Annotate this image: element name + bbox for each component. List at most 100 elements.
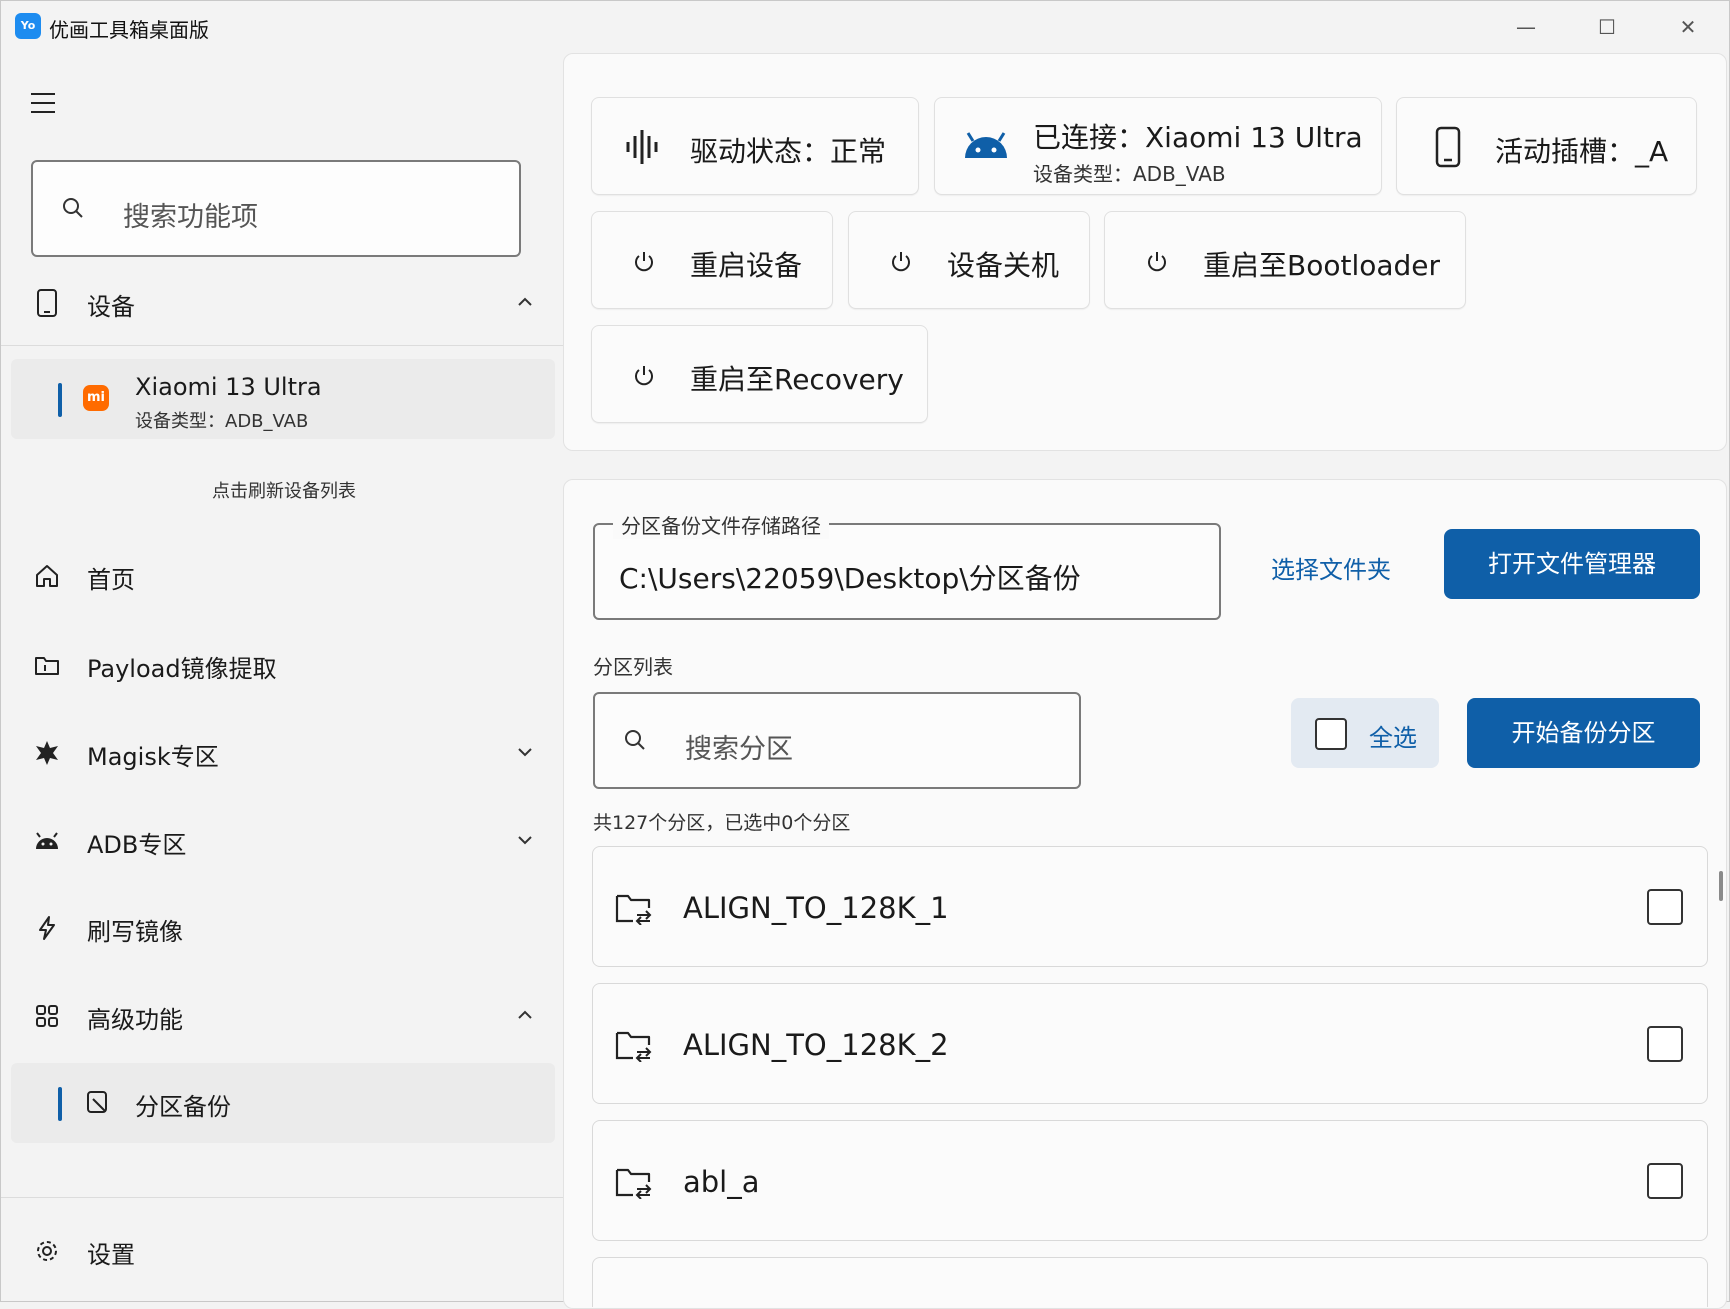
- selection-indicator: [58, 1087, 62, 1121]
- start-backup-button[interactable]: 开始备份分区: [1467, 698, 1700, 768]
- driver-status-text: 驱动状态：正常: [690, 135, 887, 168]
- phone-icon: [1435, 126, 1461, 168]
- grid-icon: [36, 1005, 58, 1027]
- flash-icon: [39, 916, 55, 940]
- active-slot-tile: 活动插槽：_A: [1396, 97, 1697, 195]
- partition-name: ALIGN_TO_128K_1: [683, 891, 949, 925]
- driver-status-tile: 驱动状态：正常: [591, 97, 919, 195]
- menu-toggle-button[interactable]: [31, 93, 57, 117]
- shutdown-button[interactable]: 设备关机: [848, 211, 1090, 309]
- partition-checkbox[interactable]: [1647, 1026, 1683, 1062]
- selection-indicator: [58, 383, 62, 417]
- device-list-item[interactable]: mi Xiaomi 13 Ultra 设备类型：ADB_VAB: [11, 359, 555, 439]
- minimize-button[interactable]: —: [1503, 7, 1549, 47]
- folder-sync-icon: [615, 1168, 652, 1199]
- close-button[interactable]: ✕: [1665, 7, 1711, 47]
- choose-folder-button[interactable]: 选择文件夹: [1271, 550, 1391, 585]
- partition-count-text: 共127个分区，已选中0个分区: [593, 812, 851, 834]
- partition-checkbox[interactable]: [1647, 1163, 1683, 1199]
- backup-icon: [87, 1091, 107, 1113]
- power-icon: [635, 252, 653, 272]
- backup-path-label: 分区备份文件存储路径: [613, 510, 829, 539]
- folder-icon: [35, 657, 59, 675]
- connected-device-type: 设备类型：ADB_VAB: [1033, 162, 1226, 186]
- partition-search-input[interactable]: 搜索分区: [593, 692, 1081, 789]
- sidebar-item-payload[interactable]: Payload镜像提取: [1, 635, 561, 695]
- app-window: Yo 优画工具箱桌面版 — ☐ ✕ 搜索功能项 设备 mi Xiaomi 13 …: [0, 0, 1730, 1309]
- partition-row[interactable]: [592, 1257, 1708, 1307]
- partition-row[interactable]: ALIGN_TO_128K_1: [592, 846, 1708, 967]
- power-icon: [635, 366, 653, 386]
- android-icon: [965, 132, 1007, 158]
- divider: [1, 1197, 563, 1198]
- gear-icon: [37, 1241, 57, 1261]
- divider: [1, 345, 563, 346]
- sidebar-device-label: 设备: [87, 293, 135, 321]
- reboot-bootloader-button[interactable]: 重启至Bootloader: [1104, 211, 1466, 309]
- sidebar-item-label: 刷写镜像: [87, 918, 183, 946]
- chevron-up-icon: [518, 297, 532, 306]
- partition-list-label: 分区列表: [593, 655, 673, 679]
- refresh-device-list-button[interactable]: 点击刷新设备列表: [1, 477, 567, 503]
- waveform-icon: [626, 130, 658, 164]
- sidebar-item-settings[interactable]: 设置: [1, 1221, 561, 1281]
- chevron-down-icon: [518, 748, 532, 757]
- sidebar-search-input[interactable]: 搜索功能项: [31, 160, 521, 257]
- android-icon: [36, 832, 58, 849]
- select-all-label: 全选: [1369, 724, 1417, 752]
- hamburger-icon: [31, 111, 55, 113]
- app-title: 优画工具箱桌面版: [49, 18, 209, 42]
- phone-icon: [37, 289, 57, 317]
- scrollbar-thumb[interactable]: [1719, 871, 1723, 901]
- sidebar-item-label: 高级功能: [87, 1006, 183, 1034]
- sidebar-item-label: 首页: [87, 566, 135, 594]
- sidebar-item-home[interactable]: 首页: [1, 546, 561, 606]
- sidebar-item-label: Magisk专区: [87, 743, 219, 771]
- chevron-up-icon: [518, 1010, 532, 1019]
- hamburger-icon: [31, 102, 55, 104]
- title-bar: Yo 优画工具箱桌面版 — ☐ ✕: [1, 1, 1730, 53]
- reboot-recovery-label: 重启至Recovery: [690, 363, 904, 396]
- checkbox-box: [1315, 718, 1347, 750]
- chevron-down-icon: [518, 836, 532, 845]
- power-icon: [1148, 252, 1166, 272]
- device-name: Xiaomi 13 Ultra: [135, 373, 322, 401]
- folder-sync-icon: [615, 1031, 652, 1062]
- reboot-button[interactable]: 重启设备: [591, 211, 833, 309]
- folder-sync-icon: [615, 894, 652, 925]
- magisk-icon: [36, 741, 58, 765]
- app-logo-icon: Yo: [15, 13, 41, 39]
- search-icon: [63, 198, 83, 218]
- reboot-recovery-button[interactable]: 重启至Recovery: [591, 325, 928, 423]
- sidebar-item-adb[interactable]: ADB专区: [1, 811, 561, 871]
- sidebar-item-flash[interactable]: 刷写镜像: [1, 898, 561, 958]
- open-file-manager-button[interactable]: 打开文件管理器: [1444, 529, 1700, 599]
- partition-search-placeholder: 搜索分区: [685, 734, 793, 765]
- shutdown-label: 设备关机: [947, 249, 1060, 282]
- partition-name: abl_a: [683, 1165, 760, 1199]
- power-icon: [892, 252, 910, 272]
- select-all-checkbox[interactable]: 全选: [1291, 698, 1439, 768]
- backup-path-value: C:\Users\22059\Desktop\分区备份: [619, 562, 1081, 595]
- hamburger-icon: [31, 93, 55, 95]
- reboot-bootloader-label: 重启至Bootloader: [1203, 249, 1441, 282]
- active-slot-text: 活动插槽：_A: [1495, 135, 1669, 168]
- partition-checkbox[interactable]: [1647, 889, 1683, 925]
- maximize-button[interactable]: ☐: [1584, 7, 1630, 47]
- sidebar-item-label: 设置: [87, 1241, 135, 1269]
- xiaomi-logo-icon: mi: [83, 385, 109, 411]
- search-icon: [625, 730, 645, 750]
- partition-name: ALIGN_TO_128K_2: [683, 1028, 949, 1062]
- connection-tile: 已连接：Xiaomi 13 Ultra 设备类型：ADB_VAB: [934, 97, 1382, 195]
- connected-device-text: 已连接：Xiaomi 13 Ultra: [1033, 121, 1363, 154]
- sidebar-item-label: ADB专区: [87, 831, 187, 859]
- sidebar-search-placeholder: 搜索功能项: [123, 202, 258, 233]
- sidebar-item-partition-backup[interactable]: 分区备份: [11, 1063, 555, 1143]
- sidebar-device-section[interactable]: 设备: [1, 273, 561, 333]
- sidebar-item-magisk[interactable]: Magisk专区: [1, 723, 561, 783]
- home-icon: [36, 565, 58, 587]
- reboot-label: 重启设备: [690, 249, 803, 282]
- sidebar-item-advanced[interactable]: 高级功能: [1, 986, 561, 1046]
- partition-row[interactable]: ALIGN_TO_128K_2: [592, 983, 1708, 1104]
- partition-row[interactable]: abl_a: [592, 1120, 1708, 1241]
